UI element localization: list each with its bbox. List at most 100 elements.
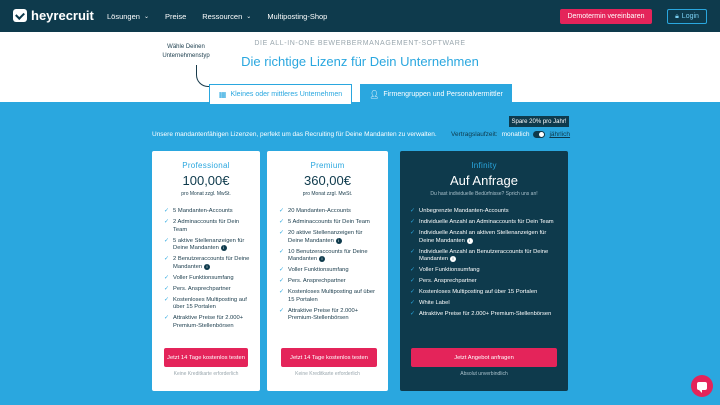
check-icon: ✓ [164, 256, 170, 262]
check-icon: ✓ [279, 219, 285, 225]
feature-text: 5 Mandanten-Accounts [173, 208, 233, 214]
check-icon: ✓ [410, 311, 416, 317]
feature-text: Pers. Ansprechpartner [419, 278, 477, 284]
demo-button[interactable]: Demotermin vereinbaren [560, 9, 652, 24]
feature-item: ✓ Pers. Ansprechpartner [410, 278, 560, 286]
info-icon[interactable]: i [204, 263, 211, 270]
logo-icon [13, 9, 27, 22]
feature-text: 20 Mandanten-Accounts [288, 208, 351, 214]
plan-price-note: pro Monat zzgl. MwSt. [302, 191, 353, 197]
feature-item: ✓ Kostenloses Multiposting auf über 15 Po… [410, 289, 560, 297]
check-icon: ✓ [410, 219, 416, 225]
lock-icon: 🔒︎ [675, 12, 679, 20]
feature-item: ✓ Voller Funktionsumfang [279, 267, 379, 275]
check-icon: ✓ [279, 289, 285, 295]
feature-item: ✓ Individuelle Anzahl an Benutzeraccounts… [410, 249, 560, 264]
feature-item: ✓ Kostenloses Multiposting auf über 15 Po… [164, 297, 252, 312]
nav-item-preise[interactable]: Preise [165, 12, 186, 21]
nav-item-label: Multiposting-Shop [267, 11, 328, 21]
login-label: Login [681, 13, 699, 20]
feature-text: 20 aktive Stellenanzeigen für Deine Mand… [288, 230, 363, 244]
tab-label: Kleines oder mittleres Unternehmen [230, 91, 343, 98]
feature-text: Pers. Ansprechpartner [288, 278, 346, 284]
check-icon: ✓ [164, 296, 170, 303]
feature-text: Unbegrenzte Mandanten-Accounts [419, 208, 509, 214]
feature-text: Voller Funktionsumfang [419, 267, 480, 273]
feature-item: ✓ 5 aktive Stellenanzeigen für Deine Mand… [164, 238, 252, 253]
check-icon: ✓ [410, 289, 416, 295]
info-icon[interactable]: i [220, 245, 227, 251]
feature-text: 2 Adminaccounts für Dein Team [173, 219, 240, 233]
plan-price: 360,00€ [304, 173, 351, 188]
feature-list: ✓ Unbegrenzte Mandanten-Accounts ✓ Individ… [410, 208, 560, 322]
feature-item: ✓ 2 Adminaccounts für Dein Team [164, 219, 252, 234]
tab-label: Firmengruppen und Personalvermittler [383, 90, 503, 98]
feature-item: ✓ 10 Benutzeraccounts für Deine Mandanten… [279, 249, 379, 264]
feature-text: Individuelle Anzahl an Benutzeraccounts … [419, 248, 549, 263]
billing-yearly-option[interactable]: jährlich [549, 131, 570, 138]
plan-price: 100,00€ [182, 173, 230, 188]
info-icon[interactable]: i [466, 237, 473, 244]
check-icon: ✓ [410, 278, 416, 284]
savings-badge: Spare 20% pro Jahr! [509, 116, 569, 127]
cta-note: Keine Kreditkarte erforderlich [295, 371, 360, 377]
feature-text: Attraktive Preise für 2.000+ Premium-Ste… [288, 307, 359, 322]
feature-text: Kostenloses Multiposting auf über 15 Por… [419, 289, 538, 295]
plan-price-note: Du hast individuelle Bedürfnisse? Sprich… [430, 191, 538, 197]
info-icon[interactable]: i [450, 256, 457, 262]
feature-text: Kostenloses Multiposting auf über 15 Por… [173, 296, 247, 311]
check-icon: ✓ [279, 208, 285, 214]
trial-button-professional[interactable]: Jetzt 14 Tage kostenlos testen [164, 348, 248, 367]
feature-list: ✓ 20 Mandanten-Accounts ✓ 5 Adminaccounts … [279, 208, 379, 326]
check-icon: ✓ [410, 248, 416, 255]
feature-item: ✓ Attraktive Preise für 2.000+ Premium-St… [279, 308, 379, 323]
feature-text: 10 Benutzeraccounts für Deine Mandanten [288, 248, 368, 263]
billing-monthly-option[interactable]: monatlich [502, 131, 530, 138]
check-icon: ✓ [164, 285, 170, 292]
chevron-down-icon: ⌄ [143, 13, 149, 20]
check-icon: ✓ [279, 248, 285, 255]
feature-item: ✓ Voller Funktionsumfang [410, 267, 560, 275]
feature-text: 5 aktive Stellenanzeigen für Deine Manda… [173, 237, 245, 252]
check-icon: ✓ [410, 208, 416, 214]
feature-item: ✓ Individuelle Anzahl an aktiven Stellena… [410, 230, 560, 245]
cta-note: Absolut unverbindlich [460, 371, 508, 377]
billing-toggle[interactable] [533, 131, 546, 138]
feature-item: ✓ Voller Funktionsumfang [164, 275, 252, 283]
trial-button-premium[interactable]: Jetzt 14 Tage kostenlos testen [281, 348, 377, 367]
request-offer-button[interactable]: Jetzt Angebot anfragen [411, 348, 557, 367]
top-navigation: heyrecruit Lösungen ⌄ Preise Ressourcen … [0, 0, 720, 32]
tab-small-medium-company[interactable]: ▦ Kleines oder mittleres Unternehmen [209, 84, 352, 104]
feature-item: ✓ Individuelle Anzahl an Adminaccounts fü… [410, 219, 560, 227]
info-icon[interactable]: i [335, 237, 342, 244]
page-title: Die richtige Lizenz für Dein Unternehmen [241, 54, 479, 69]
feature-item: ✓ Kostenloses Multiposting auf über 15 Po… [279, 289, 379, 304]
login-button[interactable]: 🔒︎ Login [667, 9, 707, 24]
info-icon[interactable]: i [319, 256, 326, 262]
feature-text: Attraktive Preise für 2.000+ Premium-Ste… [173, 315, 244, 329]
feature-item: ✓ Unbegrenzte Mandanten-Accounts [410, 208, 560, 216]
nav-item-loesungen[interactable]: Lösungen ⌄ [107, 12, 149, 21]
nav-item-ressourcen[interactable]: Ressourcen ⌄ [202, 12, 251, 21]
brand-name: heyrecruit [31, 8, 94, 23]
feature-item: ✓ 20 Mandanten-Accounts [279, 208, 379, 216]
nav-item-multiposting-shop[interactable]: Multiposting-Shop [267, 12, 327, 21]
nav-item-label: Lösungen [107, 11, 140, 21]
feature-text: 2 Benutzeraccounts für Deine Mandanten [173, 256, 250, 270]
plan-card-professional: Professional 100,00€ pro Monat zzgl. MwS… [152, 151, 260, 391]
plan-name: Infinity [471, 161, 497, 170]
plan-name: Premium [310, 161, 345, 170]
plan-card-premium: Premium 360,00€ pro Monat zzgl. MwSt. ✓ 2… [267, 151, 388, 391]
tab-company-groups[interactable]: 👤︎ Firmengruppen und Personalvermittler [360, 84, 512, 104]
plan-price-note: pro Monat zzgl. MwSt. [181, 191, 231, 197]
feature-text: Voller Funktionsumfang [173, 274, 234, 281]
chat-button[interactable] [691, 375, 713, 397]
brand-logo[interactable]: heyrecruit [13, 8, 94, 23]
building-icon: ▦ [218, 90, 227, 99]
feature-item: ✓ Attraktive Preise für 2.000+ Premium-St… [164, 315, 252, 330]
billing-label: Vertragslaufzeit: [451, 131, 498, 138]
check-icon: ✓ [164, 315, 170, 321]
check-icon: ✓ [164, 237, 170, 244]
feature-text: Individuelle Anzahl an aktiven Stellenan… [419, 230, 547, 244]
chevron-down-icon: ⌄ [246, 13, 252, 20]
